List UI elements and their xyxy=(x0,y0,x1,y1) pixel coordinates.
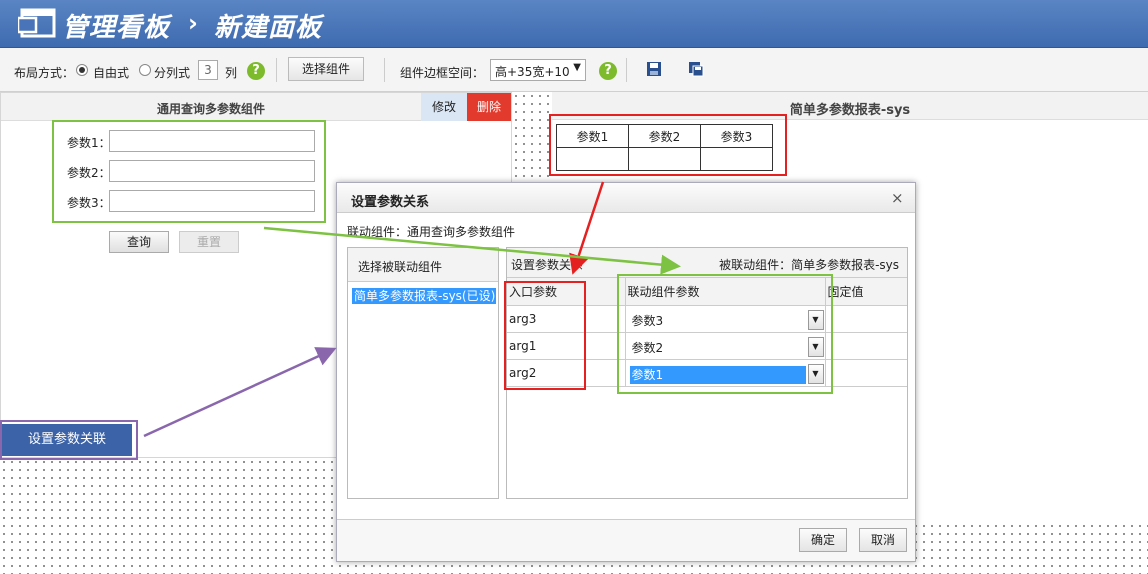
delete-button[interactable]: 删除 xyxy=(467,93,511,121)
query-button[interactable]: 查询 xyxy=(109,231,169,253)
fixed-value-cell[interactable] xyxy=(825,359,907,387)
column-layout-radio[interactable] xyxy=(139,64,151,76)
help-icon[interactable]: ? xyxy=(599,62,617,80)
grid-header-fixed: 固定值 xyxy=(825,278,907,306)
cancel-button[interactable]: 取消 xyxy=(859,528,907,552)
dialog-header: 设置参数关系 × xyxy=(337,183,915,213)
annotation-box-red xyxy=(549,114,787,176)
annotation-box-purple xyxy=(0,420,138,460)
dialog-title: 设置参数关系 xyxy=(351,195,430,210)
annotation-box-green xyxy=(52,120,326,223)
column-count-input[interactable]: 3 xyxy=(198,60,218,80)
dialog-footer: 确定 取消 xyxy=(337,519,915,561)
toolbar-divider xyxy=(384,58,385,82)
reset-button[interactable]: 重置 xyxy=(179,231,239,253)
edit-button[interactable]: 修改 xyxy=(421,93,467,121)
fixed-value-cell[interactable] xyxy=(825,332,907,360)
save-as-icon[interactable] xyxy=(688,61,704,77)
target-list-header: 选择被联动组件 xyxy=(348,248,498,282)
page-subtitle: 新建面板 xyxy=(214,13,323,43)
target-list-title: 选择被联动组件 xyxy=(358,260,443,274)
save-icon[interactable] xyxy=(646,61,662,77)
query-component-header: 通用查询多参数组件 修改 删除 xyxy=(1,93,511,121)
annotation-box-red xyxy=(504,281,586,390)
help-icon[interactable]: ? xyxy=(247,62,265,80)
toolbar-divider xyxy=(276,58,277,82)
linked-component-text: 联动组件：通用查询多参数组件 xyxy=(347,225,516,239)
chevron-down-icon: ▼ xyxy=(573,62,581,73)
fixed-value-cell[interactable] xyxy=(825,305,907,333)
gap-label: 组件边框空间： xyxy=(400,66,485,80)
column-layout-label: 分列式 xyxy=(154,66,191,80)
window-icon xyxy=(18,8,56,38)
layout-label: 布局方式： xyxy=(14,66,75,80)
toolbar: 布局方式： 自由式 分列式 3 列 ? 选择组件 组件边框空间： 高+35宽+1… xyxy=(0,48,1148,92)
page-title: 管理看板 xyxy=(62,13,171,43)
gap-select[interactable]: 高+35宽+10 ▼ xyxy=(490,59,586,81)
free-layout-radio[interactable] xyxy=(76,64,88,76)
breadcrumb-separator: › xyxy=(188,9,198,37)
param-relation-title: 设置参数关系 xyxy=(511,258,584,272)
pick-component-button[interactable]: 选择组件 xyxy=(288,57,364,81)
app-header: 管理看板 › 新建面板 xyxy=(0,0,1148,48)
gap-select-value: 高+35宽+10 xyxy=(495,65,570,79)
list-item[interactable]: 简单多参数报表-sys(已设) xyxy=(352,288,496,304)
toolbar-divider xyxy=(626,58,627,82)
close-icon[interactable]: × xyxy=(891,189,904,207)
annotation-box-green xyxy=(617,274,833,394)
target-component-list: 选择被联动组件 简单多参数报表-sys(已设) xyxy=(347,247,499,499)
ok-button[interactable]: 确定 xyxy=(799,528,847,552)
free-layout-label: 自由式 xyxy=(93,66,130,80)
target-component-text: 被联动组件：简单多参数报表-sys xyxy=(719,258,899,272)
column-unit-label: 列 xyxy=(225,66,238,80)
query-component-title: 通用查询多参数组件 xyxy=(156,102,265,116)
